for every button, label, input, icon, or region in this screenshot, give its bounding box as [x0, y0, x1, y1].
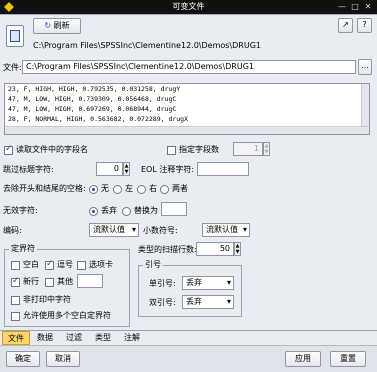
strip-spaces-label: 去除开头和结尾的空格:	[3, 184, 86, 193]
app-icon	[4, 2, 14, 12]
minimize-icon[interactable]: —	[335, 1, 349, 13]
replace-with-input[interactable]	[161, 202, 187, 216]
scan-lines-input[interactable]: 50	[196, 242, 234, 256]
dialog-window: 可变文件 — □ ✕ ↻ 刷新 ↗ ? C:\Program Files\SPS…	[0, 0, 377, 372]
delimiter-comma-label: 逗号	[57, 260, 73, 269]
tab-bar: 文件 数据 过滤 类型 注解	[0, 330, 377, 345]
quotes-title: 引号	[143, 260, 163, 270]
refresh-label: 刷新	[53, 21, 70, 30]
maximize-icon[interactable]: □	[348, 1, 362, 13]
preview-horizontal-scrollbar[interactable]	[5, 126, 369, 134]
scan-lines-stepper[interactable]: ▲ ▼	[234, 242, 241, 256]
tab-type[interactable]: 类型	[90, 331, 116, 345]
specify-field-count-label: 指定字段数	[179, 145, 219, 154]
delimiter-comma-checkbox[interactable]	[45, 259, 54, 270]
delimiter-other-checkbox[interactable]	[45, 278, 54, 287]
nonprint-label: 非打印中字符	[23, 295, 71, 304]
delimiters-group: 定界符 空白 逗号 选项卡 新行 其他 非打印中字符 允许使用多个空白定界符	[4, 244, 130, 327]
strip-none-radio[interactable]	[89, 185, 98, 194]
refresh-button[interactable]: ↻ 刷新	[33, 18, 81, 34]
cancel-button[interactable]: 取消	[46, 351, 80, 367]
preview-row: 28, F, NORMAL, HIGH, 0.563682, 0.072289,…	[8, 115, 189, 123]
field-count-input[interactable]: 1	[233, 142, 263, 156]
skip-header-input[interactable]: 0	[96, 162, 123, 176]
invalid-discard-radio[interactable]	[89, 207, 98, 216]
tab-file[interactable]: 文件	[2, 331, 30, 345]
tab-annotation[interactable]: 注解	[119, 331, 145, 345]
multiple-blank-label: 允许使用多个空白定界符	[23, 311, 111, 320]
file-label: 文件:	[3, 63, 22, 72]
read-field-names-label: 读取文件中的字段名	[16, 145, 88, 154]
file-path-input[interactable]: C:\Program Files\SPSSInc\Clementine12.0\…	[22, 60, 356, 74]
strip-right-radio[interactable]	[137, 185, 146, 194]
encoding-select[interactable]: 流默认值	[89, 223, 139, 237]
header-path: C:\Program Files\SPSSInc\Clementine12.0\…	[33, 41, 261, 50]
dialog-body: ↻ 刷新 ↗ ? C:\Program Files\SPSSInc\Clemen…	[0, 14, 377, 372]
delimiter-tab-checkbox[interactable]	[77, 261, 86, 270]
browse-button[interactable]: …	[358, 59, 372, 75]
reset-button[interactable]: 重置	[330, 351, 366, 367]
strip-right-label: 右	[149, 184, 157, 193]
delimiter-newline-label: 新行	[23, 277, 39, 286]
eol-comment-label: EOL 注释字符:	[141, 165, 195, 174]
strip-left-label: 左	[125, 184, 133, 193]
decimal-symbol-select[interactable]: 流默认值	[202, 223, 250, 237]
decimal-symbol-label: 小数符号:	[143, 226, 178, 235]
delimiter-space-checkbox[interactable]	[11, 261, 20, 270]
quotes-group: 引号 单引号: 丢弃 双引号: 丢弃	[138, 260, 242, 317]
double-quote-label: 双引号:	[149, 298, 176, 307]
strip-left-radio[interactable]	[113, 185, 122, 194]
tab-filter[interactable]: 过滤	[61, 331, 87, 345]
nonprint-checkbox[interactable]	[11, 296, 20, 305]
help-icon[interactable]: ?	[357, 18, 372, 33]
specify-field-count-checkbox[interactable]	[167, 146, 176, 155]
strip-both-radio[interactable]	[160, 185, 169, 194]
preview-row: 47, M, LOW, HIGH, 0.739309, 0.056468, dr…	[8, 95, 177, 103]
single-quote-label: 单引号:	[149, 279, 176, 288]
scan-lines-label: 类型的扫描行数:	[138, 245, 197, 254]
delimiter-space-label: 空白	[23, 260, 39, 269]
tab-data[interactable]: 数据	[32, 331, 58, 345]
data-preview: 23, F, HIGH, HIGH, 0.792535, 0.031258, d…	[4, 83, 370, 135]
title-bar: 可变文件 — □ ✕	[0, 0, 377, 14]
file-node-icon	[6, 25, 24, 47]
strip-both-label: 两者	[172, 184, 188, 193]
button-bar: 确定 取消 应用 重置	[0, 345, 377, 372]
strip-none-label: 无	[101, 184, 109, 193]
delimiter-tab-label: 选项卡	[89, 260, 113, 269]
preview-row: 47, M, LOW, HIGH, 0.697269, 0.068944, dr…	[8, 105, 177, 113]
delimiter-other-label: 其他	[57, 277, 73, 286]
skip-header-stepper[interactable]: ▲ ▼	[123, 162, 130, 176]
encoding-label: 编码:	[3, 226, 22, 235]
window-title: 可变文件	[172, 2, 205, 11]
multiple-blank-checkbox[interactable]	[11, 312, 20, 321]
invalid-chars-label: 无效字符:	[3, 206, 38, 215]
delimiter-other-input[interactable]	[77, 274, 103, 288]
delimiters-title: 定界符	[9, 244, 37, 254]
preview-row: 23, F, HIGH, HIGH, 0.792535, 0.031258, d…	[8, 85, 181, 93]
delimiter-newline-checkbox[interactable]	[11, 276, 20, 287]
apply-button[interactable]: 应用	[285, 351, 321, 367]
preview-icon[interactable]: ↗	[338, 18, 353, 33]
invalid-replace-label: 替换为	[134, 206, 158, 215]
single-quote-select[interactable]: 丢弃	[182, 276, 234, 290]
field-count-stepper[interactable]: ▲ ▼	[263, 142, 270, 156]
double-quote-select[interactable]: 丢弃	[182, 295, 234, 309]
invalid-discard-label: 丢弃	[101, 206, 117, 215]
skip-header-label: 跳过标题字符:	[3, 165, 54, 174]
eol-comment-input[interactable]	[197, 162, 249, 176]
invalid-replace-radio[interactable]	[122, 207, 131, 216]
refresh-icon: ↻	[44, 21, 52, 30]
ok-button[interactable]: 确定	[6, 351, 40, 367]
close-icon[interactable]: ✕	[361, 1, 375, 13]
read-field-names-checkbox[interactable]	[4, 144, 13, 155]
